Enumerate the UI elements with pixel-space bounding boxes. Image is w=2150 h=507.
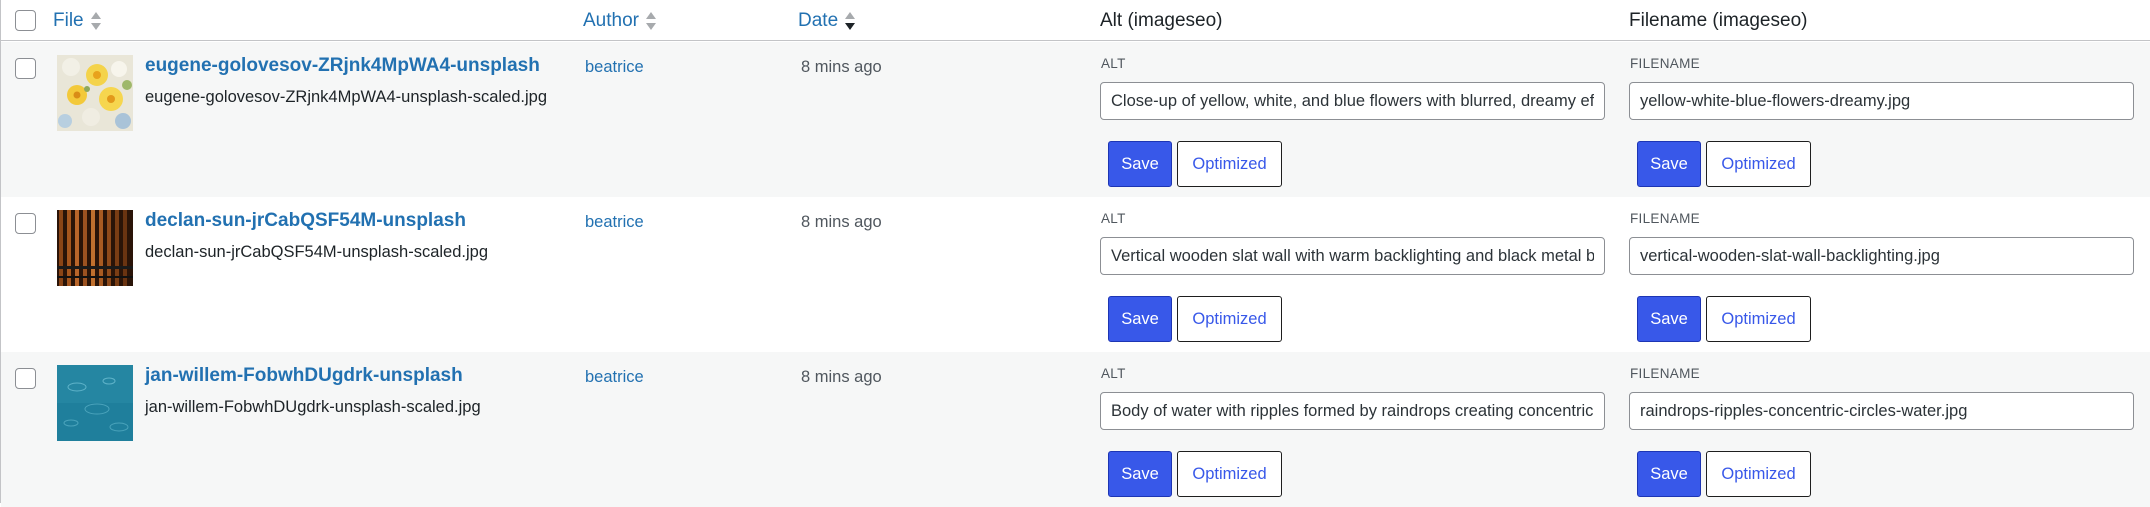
file-title-link[interactable]: eugene-golovesov-ZRjnk4MpWA4-unsplash: [145, 55, 540, 77]
column-filename-label: Filename (imageseo): [1629, 9, 1808, 31]
column-date-label: Date: [798, 9, 839, 31]
wooden-slats-thumbnail[interactable]: [57, 210, 133, 286]
column-alt: Alt (imageseo): [1100, 0, 1223, 41]
filename-save-button[interactable]: Save: [1637, 141, 1701, 187]
alt-optimized-button[interactable]: Optimized: [1177, 451, 1282, 497]
row-checkbox-cell: [15, 368, 36, 394]
column-author[interactable]: Author: [583, 0, 657, 41]
filename-save-button[interactable]: Save: [1637, 451, 1701, 497]
sort-both-icon: [645, 11, 657, 31]
date-text: 8 mins ago: [801, 368, 882, 386]
filename-save-button[interactable]: Save: [1637, 296, 1701, 342]
file-name: jan-willem-FobwhDUgdrk-unsplash-scaled.j…: [145, 398, 481, 416]
alt-label: ALT: [1101, 211, 1126, 226]
author-link[interactable]: beatrice: [585, 213, 644, 232]
select-all-cell: [15, 0, 36, 41]
alt-save-button[interactable]: Save: [1108, 296, 1172, 342]
date-text: 8 mins ago: [801, 213, 882, 231]
filename-input[interactable]: [1629, 237, 2134, 275]
alt-save-button[interactable]: Save: [1108, 451, 1172, 497]
filename-input[interactable]: [1629, 392, 2134, 430]
flowers-thumbnail[interactable]: [57, 55, 133, 131]
date-text: 8 mins ago: [801, 58, 882, 76]
filename-label: FILENAME: [1630, 56, 1700, 71]
sort-descending-icon: [844, 11, 856, 31]
alt-optimized-button[interactable]: Optimized: [1177, 141, 1282, 187]
column-file[interactable]: File: [53, 0, 102, 41]
author-link[interactable]: beatrice: [585, 58, 644, 77]
file-title-link[interactable]: declan-sun-jrCabQSF54M-unsplash: [145, 210, 466, 232]
file-name: declan-sun-jrCabQSF54M-unsplash-scaled.j…: [145, 243, 488, 261]
column-author-label: Author: [583, 9, 639, 31]
water-ripples-thumbnail[interactable]: [57, 365, 133, 441]
row-checkbox-cell: [15, 58, 36, 84]
alt-input[interactable]: [1100, 392, 1605, 430]
table-row: jan-willem-FobwhDUgdrk-unsplash jan-will…: [1, 352, 2150, 507]
table-row: eugene-golovesov-ZRjnk4MpWA4-unsplash eu…: [1, 42, 2150, 197]
alt-input[interactable]: [1100, 82, 1605, 120]
filename-label: FILENAME: [1630, 366, 1700, 381]
table-header: File Author Date Alt (imageseo) Filename…: [1, 0, 2150, 41]
row-checkbox[interactable]: [15, 58, 36, 79]
author-link[interactable]: beatrice: [585, 368, 644, 387]
file-name: eugene-golovesov-ZRjnk4MpWA4-unsplash-sc…: [145, 88, 548, 106]
sort-both-icon: [90, 11, 102, 31]
select-all-checkbox[interactable]: [15, 10, 36, 31]
alt-label: ALT: [1101, 56, 1126, 71]
table-row: declan-sun-jrCabQSF54M-unsplash declan-s…: [1, 197, 2150, 352]
alt-save-button[interactable]: Save: [1108, 141, 1172, 187]
row-checkbox[interactable]: [15, 368, 36, 389]
alt-label: ALT: [1101, 366, 1126, 381]
column-filename: Filename (imageseo): [1629, 0, 1807, 41]
media-library-table: File Author Date Alt (imageseo) Filename…: [0, 0, 2150, 507]
filename-optimized-button[interactable]: Optimized: [1706, 451, 1811, 497]
filename-optimized-button[interactable]: Optimized: [1706, 141, 1811, 187]
alt-input[interactable]: [1100, 237, 1605, 275]
file-title-link[interactable]: jan-willem-FobwhDUgdrk-unsplash: [145, 365, 463, 387]
column-alt-label: Alt (imageseo): [1100, 9, 1223, 31]
filename-optimized-button[interactable]: Optimized: [1706, 296, 1811, 342]
alt-optimized-button[interactable]: Optimized: [1177, 296, 1282, 342]
row-checkbox[interactable]: [15, 213, 36, 234]
filename-label: FILENAME: [1630, 211, 1700, 226]
filename-input[interactable]: [1629, 82, 2134, 120]
column-file-label: File: [53, 9, 84, 31]
row-checkbox-cell: [15, 213, 36, 239]
column-date[interactable]: Date: [798, 0, 856, 41]
